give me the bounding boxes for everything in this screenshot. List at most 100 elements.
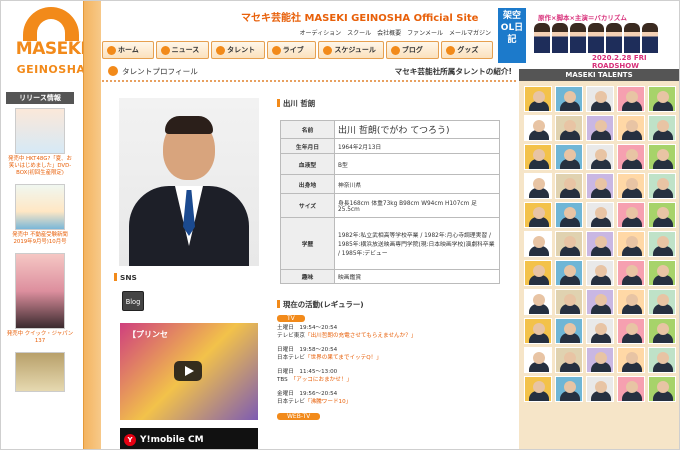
talent-thumbnail[interactable] bbox=[617, 173, 645, 199]
talent-thumbnail[interactable] bbox=[524, 231, 552, 257]
talent-thumbnail[interactable] bbox=[586, 86, 614, 112]
talent-thumbnail[interactable] bbox=[524, 173, 552, 199]
release-item-text[interactable]: 発売中 不動産受験新聞 2019年9月号)10月号 bbox=[6, 232, 74, 246]
program-link[interactable]: 「出川哲朗の充電させてもらえませんか？」 bbox=[305, 333, 416, 339]
talent-thumbnail[interactable] bbox=[617, 347, 645, 373]
video-title: Y!mobile CM bbox=[140, 435, 204, 445]
nav-talent[interactable]: タレント bbox=[211, 41, 265, 59]
talent-thumbnail[interactable] bbox=[648, 260, 676, 286]
table-row: 趣味 映画鑑賞 bbox=[280, 269, 500, 284]
nav-live[interactable]: ライブ bbox=[266, 41, 317, 59]
release-item-text[interactable]: 発売中 クイック・ジャパン137 bbox=[6, 331, 74, 345]
talent-thumbnail[interactable] bbox=[586, 376, 614, 402]
video-player-2[interactable]: Y Y!mobile CM bbox=[120, 428, 258, 449]
talent-thumbnail[interactable] bbox=[555, 173, 583, 199]
talent-thumbnail[interactable] bbox=[524, 318, 552, 344]
banner-credit: 原作×脚本×主演＝バカリズム bbox=[538, 14, 627, 22]
talent-thumbnail[interactable] bbox=[555, 376, 583, 402]
talents-heading: MASEKI TALENTS bbox=[519, 69, 679, 81]
talent-thumbnail[interactable] bbox=[617, 144, 645, 170]
talent-thumbnail[interactable] bbox=[555, 202, 583, 228]
talent-thumbnail[interactable] bbox=[555, 289, 583, 315]
talent-thumbnail[interactable] bbox=[617, 202, 645, 228]
talent-thumbnail[interactable] bbox=[586, 202, 614, 228]
talent-thumbnail[interactable] bbox=[648, 173, 676, 199]
topnav-fanmail[interactable]: ファンメール bbox=[407, 28, 443, 37]
talent-thumbnail[interactable] bbox=[524, 289, 552, 315]
release-cover-image[interactable] bbox=[15, 108, 65, 154]
talent-thumbnail[interactable] bbox=[555, 318, 583, 344]
blog-button[interactable]: Blog bbox=[122, 291, 144, 311]
talent-thumbnail[interactable] bbox=[648, 115, 676, 141]
release-item[interactable]: 発売中 HKT48G?「夏、お笑いはじめました」DVD-BOX(初回生産限定) bbox=[6, 108, 74, 177]
movie-banner[interactable]: 架空OL日記 原作×脚本×主演＝バカリズム 2020.2.28 FRI ROAD… bbox=[498, 8, 678, 70]
topnav-school[interactable]: スクール bbox=[347, 28, 371, 37]
nav-schedule[interactable]: スケジュール bbox=[318, 41, 384, 59]
talent-thumbnail[interactable] bbox=[586, 260, 614, 286]
talent-thumbnail[interactable] bbox=[524, 202, 552, 228]
talent-thumbnail[interactable] bbox=[555, 347, 583, 373]
talent-thumbnail[interactable] bbox=[555, 144, 583, 170]
video-title: 【プリンセ bbox=[128, 330, 168, 339]
table-row: サイズ 身長168cm 体重73kg B98cm W94cm H107cm 足25… bbox=[280, 193, 500, 218]
talent-thumbnail[interactable] bbox=[648, 231, 676, 257]
table-row: 出身地 神奈川県 bbox=[280, 174, 500, 194]
talent-thumbnail[interactable] bbox=[524, 260, 552, 286]
talent-thumbnail[interactable] bbox=[586, 173, 614, 199]
topnav-mailmagazine[interactable]: メールマガジン bbox=[449, 28, 491, 37]
program-link[interactable]: 「沸騰ワード10」 bbox=[305, 399, 351, 405]
play-icon[interactable] bbox=[174, 361, 202, 381]
talent-thumbnail[interactable] bbox=[648, 376, 676, 402]
talent-thumbnail[interactable] bbox=[617, 231, 645, 257]
talent-thumbnail[interactable] bbox=[524, 86, 552, 112]
talent-thumbnail[interactable] bbox=[617, 260, 645, 286]
nav-goods[interactable]: グッズ bbox=[441, 41, 493, 59]
talent-thumbnail[interactable] bbox=[586, 115, 614, 141]
release-cover-image[interactable] bbox=[15, 352, 65, 392]
talent-thumbnail[interactable] bbox=[617, 115, 645, 141]
talent-photo bbox=[119, 98, 259, 266]
page-frame: MASEKI GEINOSHA リリース情報 発売中 HKT48G?「夏、お笑い… bbox=[0, 0, 680, 450]
program-link[interactable]: 「世界の果てまでイッテQ！」 bbox=[305, 355, 382, 361]
talent-thumbnail[interactable] bbox=[555, 86, 583, 112]
talent-thumbnail[interactable] bbox=[524, 115, 552, 141]
release-item[interactable]: 発売中 不動産受験新聞 2019年9月号)10月号 bbox=[6, 184, 74, 246]
talent-thumbnail[interactable] bbox=[555, 115, 583, 141]
talent-thumbnail[interactable] bbox=[524, 347, 552, 373]
talent-thumbnail[interactable] bbox=[648, 202, 676, 228]
talent-thumbnail[interactable] bbox=[617, 289, 645, 315]
talent-thumbnail[interactable] bbox=[617, 86, 645, 112]
program-link[interactable]: 「アッコにおまかせ！」 bbox=[293, 377, 352, 383]
talent-thumbnail[interactable] bbox=[617, 318, 645, 344]
talent-thumbnail[interactable] bbox=[586, 231, 614, 257]
talent-thumbnail[interactable] bbox=[524, 376, 552, 402]
talent-thumbnail[interactable] bbox=[648, 289, 676, 315]
talent-thumbnail[interactable] bbox=[555, 231, 583, 257]
talent-thumbnail[interactable] bbox=[586, 289, 614, 315]
nav-blog[interactable]: ブログ bbox=[385, 41, 440, 59]
talent-thumbnail[interactable] bbox=[648, 86, 676, 112]
talent-thumbnail[interactable] bbox=[648, 144, 676, 170]
topnav-audition[interactable]: オーディション bbox=[300, 28, 342, 37]
nav-home[interactable]: ホーム bbox=[102, 41, 154, 59]
release-cover-image[interactable] bbox=[15, 184, 65, 230]
talent-thumbnail[interactable] bbox=[617, 376, 645, 402]
topnav-company[interactable]: 会社概要 bbox=[377, 28, 401, 37]
talent-thumbnail[interactable] bbox=[648, 347, 676, 373]
release-item[interactable] bbox=[6, 352, 74, 392]
talent-thumbnail[interactable] bbox=[586, 347, 614, 373]
release-item[interactable]: 発売中 クイック・ジャパン137 bbox=[6, 253, 74, 345]
table-row: 学歴 1982年:私立武相高等学校卒業 / 1982年:月心寺調理実習 / 198… bbox=[280, 217, 500, 270]
talent-thumbnail[interactable] bbox=[586, 318, 614, 344]
talent-thumbnail[interactable] bbox=[648, 318, 676, 344]
video-player-1[interactable]: 【プリンセ bbox=[120, 323, 258, 420]
release-cover-image[interactable] bbox=[15, 253, 65, 329]
talent-thumbnail[interactable] bbox=[524, 144, 552, 170]
nav-news[interactable]: ニュース bbox=[155, 41, 210, 59]
talent-thumbnail[interactable] bbox=[555, 260, 583, 286]
site-brand-title[interactable]: マセキ芸能社 MASEKI GEINOSHA Official Site bbox=[241, 9, 478, 24]
page-title: タレントプロフィール bbox=[122, 67, 198, 76]
talent-thumbnail[interactable] bbox=[586, 144, 614, 170]
list-item: 日曜日 19:58～20:54 日本テレビ「世界の果てまでイッテQ！」 bbox=[277, 347, 382, 361]
release-item-text[interactable]: 発売中 HKT48G?「夏、お笑いはじめました」DVD-BOX(初回生産限定) bbox=[6, 156, 74, 177]
